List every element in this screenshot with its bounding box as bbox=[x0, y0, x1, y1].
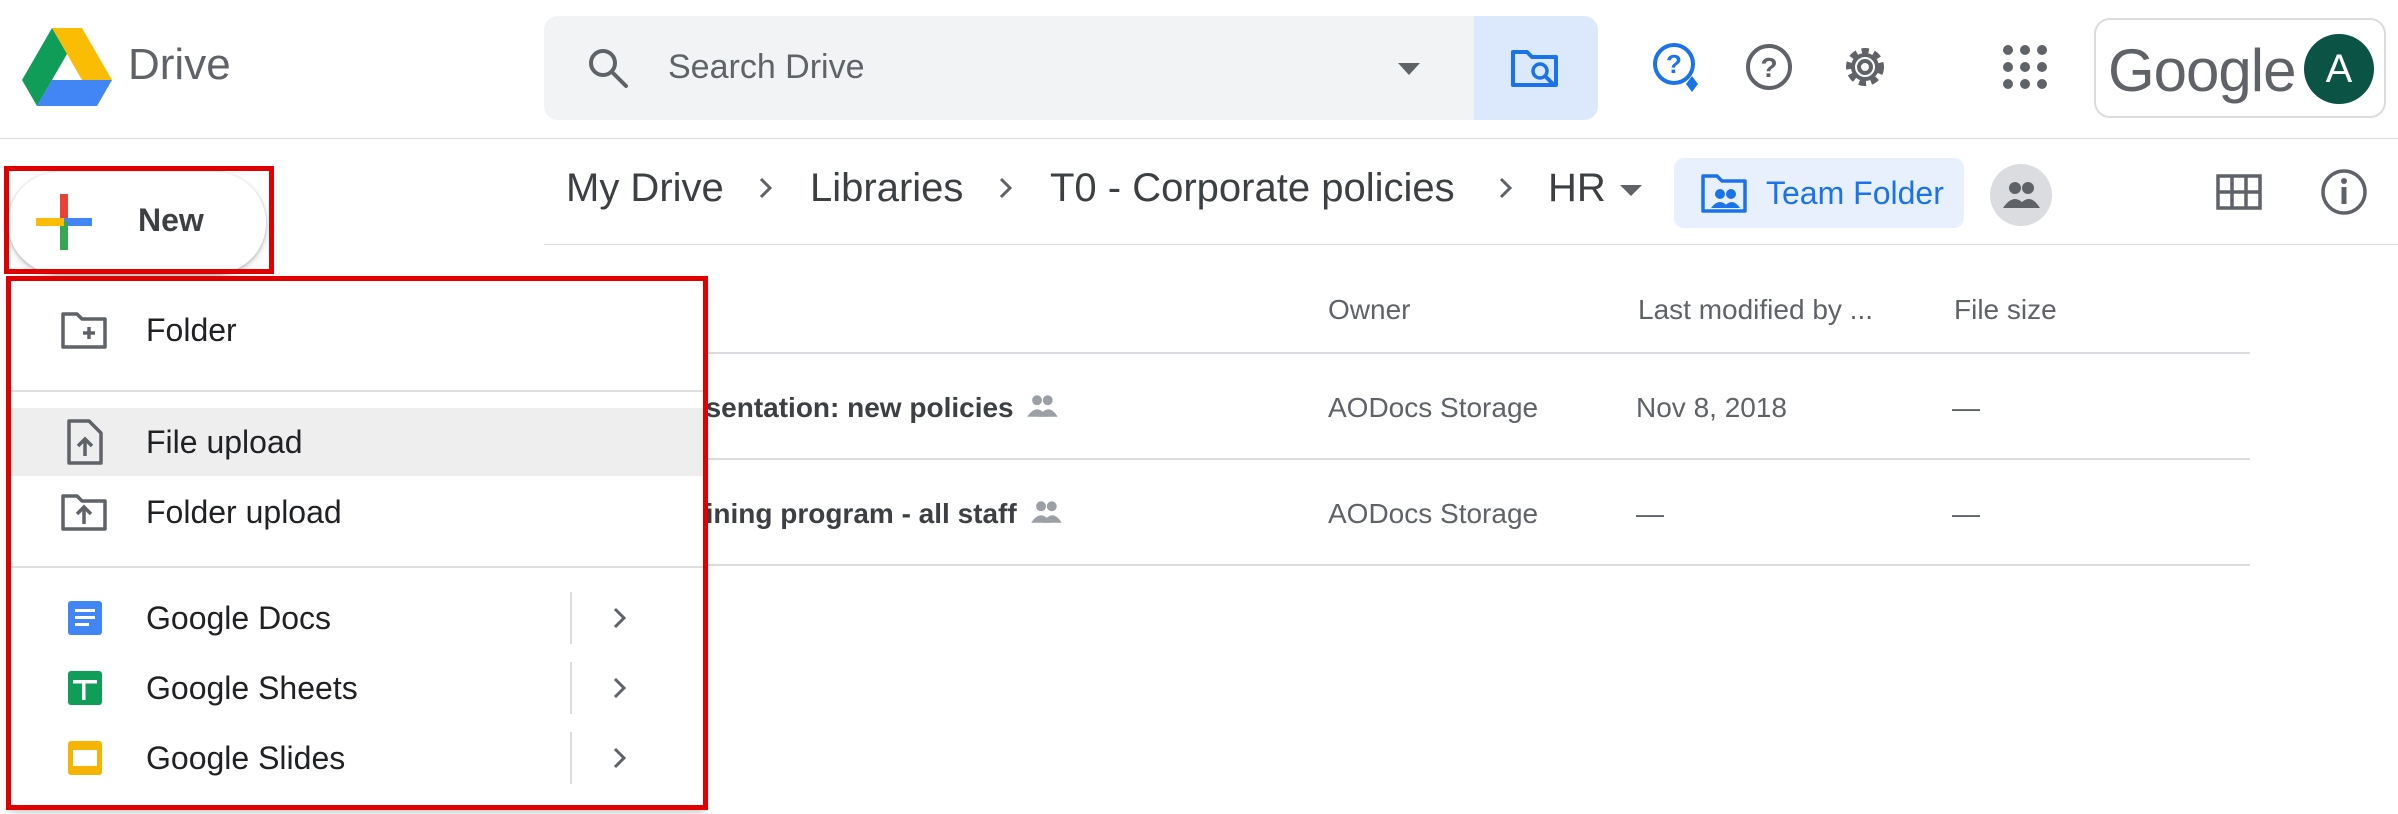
team-folder-label: Team Folder bbox=[1766, 175, 1944, 211]
avatar[interactable]: A bbox=[2304, 34, 2374, 104]
table-row[interactable]: aining program - all staff AODocs Storag… bbox=[544, 460, 2250, 564]
file-owner: AODocs Storage bbox=[1328, 392, 1539, 423]
folder-menu-dropdown-icon[interactable] bbox=[1618, 180, 1644, 200]
chevron-right-icon bbox=[759, 177, 773, 199]
file-name[interactable]: aining program - all staff bbox=[690, 498, 1017, 530]
search-icon[interactable] bbox=[584, 44, 632, 92]
shared-members-button[interactable] bbox=[1990, 164, 2052, 226]
shared-people-icon bbox=[1027, 395, 1058, 417]
new-menu-highlight bbox=[6, 276, 708, 810]
team-folder-chip[interactable]: Team Folder bbox=[1674, 158, 1964, 228]
search-options-dropdown-icon[interactable] bbox=[1394, 54, 1424, 84]
breadcrumb-my-drive[interactable]: My Drive bbox=[566, 166, 724, 211]
advanced-search-button[interactable] bbox=[1474, 16, 1598, 120]
drive-logo-icon[interactable] bbox=[22, 28, 112, 108]
file-last-modified: Nov 8, 2018 bbox=[1636, 392, 1787, 423]
row-divider bbox=[544, 564, 2250, 566]
file-last-modified: — bbox=[1636, 498, 1664, 529]
google-logo-text: Google bbox=[2108, 37, 2296, 104]
info-icon[interactable] bbox=[2318, 166, 2370, 218]
file-size: — bbox=[1952, 392, 1980, 423]
search-bar[interactable]: Search Drive bbox=[544, 16, 1598, 120]
chevron-right-icon bbox=[999, 177, 1013, 199]
team-folder-icon bbox=[1701, 174, 1747, 213]
file-name[interactable]: esentation: new policies bbox=[690, 392, 1014, 424]
help-icon[interactable]: ? bbox=[1742, 40, 1796, 94]
app-name[interactable]: Drive bbox=[128, 40, 231, 90]
svg-text:?: ? bbox=[1760, 52, 1777, 83]
breadcrumb-divider bbox=[544, 244, 2398, 245]
support-ai-icon[interactable]: ? bbox=[1650, 40, 1704, 94]
file-owner: AODocs Storage bbox=[1328, 498, 1539, 529]
breadcrumb-libraries[interactable]: Libraries bbox=[810, 166, 963, 211]
table-row[interactable]: esentation: new policies AODocs Storage … bbox=[544, 354, 2250, 458]
chevron-right-icon bbox=[1499, 177, 1513, 199]
column-header-file-size[interactable]: File size bbox=[1954, 294, 2057, 326]
column-header-last-modified[interactable]: Last modified by ... bbox=[1638, 294, 1873, 326]
column-header-owner[interactable]: Owner bbox=[1328, 294, 1410, 326]
account-switcher[interactable]: Google A bbox=[2094, 18, 2386, 118]
apps-grid-icon[interactable] bbox=[1998, 40, 2052, 94]
svg-text:?: ? bbox=[1666, 49, 1682, 79]
file-size: — bbox=[1952, 498, 1980, 529]
search-input[interactable]: Search Drive bbox=[668, 48, 865, 87]
folder-search-icon bbox=[1511, 50, 1558, 87]
breadcrumb-hr[interactable]: HR bbox=[1548, 166, 1606, 211]
top-bar: Drive Search Drive ? ? Google A bbox=[0, 0, 2398, 139]
settings-gear-icon[interactable] bbox=[1838, 40, 1892, 94]
new-button-highlight bbox=[4, 166, 274, 274]
shared-people-icon bbox=[1031, 501, 1062, 523]
grid-view-icon[interactable] bbox=[2216, 172, 2262, 212]
people-icon bbox=[2003, 182, 2040, 208]
breadcrumb-corporate-policies[interactable]: T0 - Corporate policies bbox=[1050, 166, 1455, 211]
